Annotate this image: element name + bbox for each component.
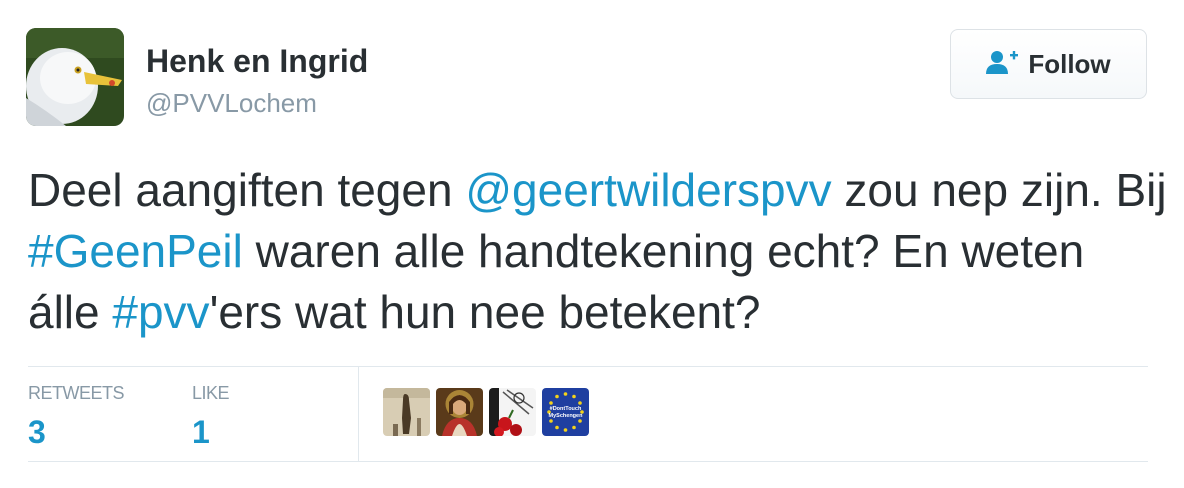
likes-count: 1 bbox=[192, 414, 210, 450]
likes-stat[interactable]: LIKE 1 bbox=[192, 383, 230, 451]
likes-label: LIKE bbox=[192, 383, 230, 403]
portrait-avatar[interactable] bbox=[436, 388, 483, 436]
tweet-text-part: Deel aangiften tegen bbox=[28, 164, 466, 216]
statue-avatar[interactable] bbox=[383, 388, 430, 436]
flag-text: MySchengen bbox=[549, 413, 584, 419]
tweet-text-part: zou nep zijn. Bij bbox=[831, 164, 1167, 216]
flag-text: #DontTouch bbox=[550, 406, 582, 412]
user-handle[interactable]: @PVVLochem bbox=[146, 88, 317, 119]
rose-avatar[interactable] bbox=[489, 388, 536, 436]
follow-button-label: Follow bbox=[1028, 48, 1111, 79]
mention-link[interactable]: @geertwilderspvv bbox=[465, 164, 831, 216]
eu-flag-avatar[interactable]: #DontTouch MySchengen bbox=[542, 388, 589, 436]
tweet-text: Deel aangiften tegen @geertwilderspvv zo… bbox=[28, 160, 1168, 343]
follow-button[interactable]: Follow bbox=[950, 29, 1147, 99]
tweet-text-part: 'ers wat hun nee betekent? bbox=[209, 286, 761, 338]
seagull-image bbox=[26, 28, 124, 126]
add-user-icon bbox=[986, 49, 1019, 80]
retweets-stat[interactable]: RETWEETS 3 bbox=[28, 383, 125, 451]
hashtag-link-geenpeil[interactable]: #GeenPeil bbox=[28, 225, 243, 277]
divider bbox=[358, 366, 359, 461]
divider bbox=[28, 366, 1148, 367]
display-name[interactable]: Henk en Ingrid bbox=[146, 43, 368, 80]
hashtag-link-pvv[interactable]: #pvv bbox=[112, 286, 209, 338]
liker-avatars: #DontTouch MySchengen bbox=[383, 388, 589, 436]
user-avatar[interactable] bbox=[26, 28, 124, 126]
divider bbox=[28, 461, 1148, 462]
retweets-count: 3 bbox=[28, 414, 46, 450]
retweets-label: RETWEETS bbox=[28, 383, 125, 403]
